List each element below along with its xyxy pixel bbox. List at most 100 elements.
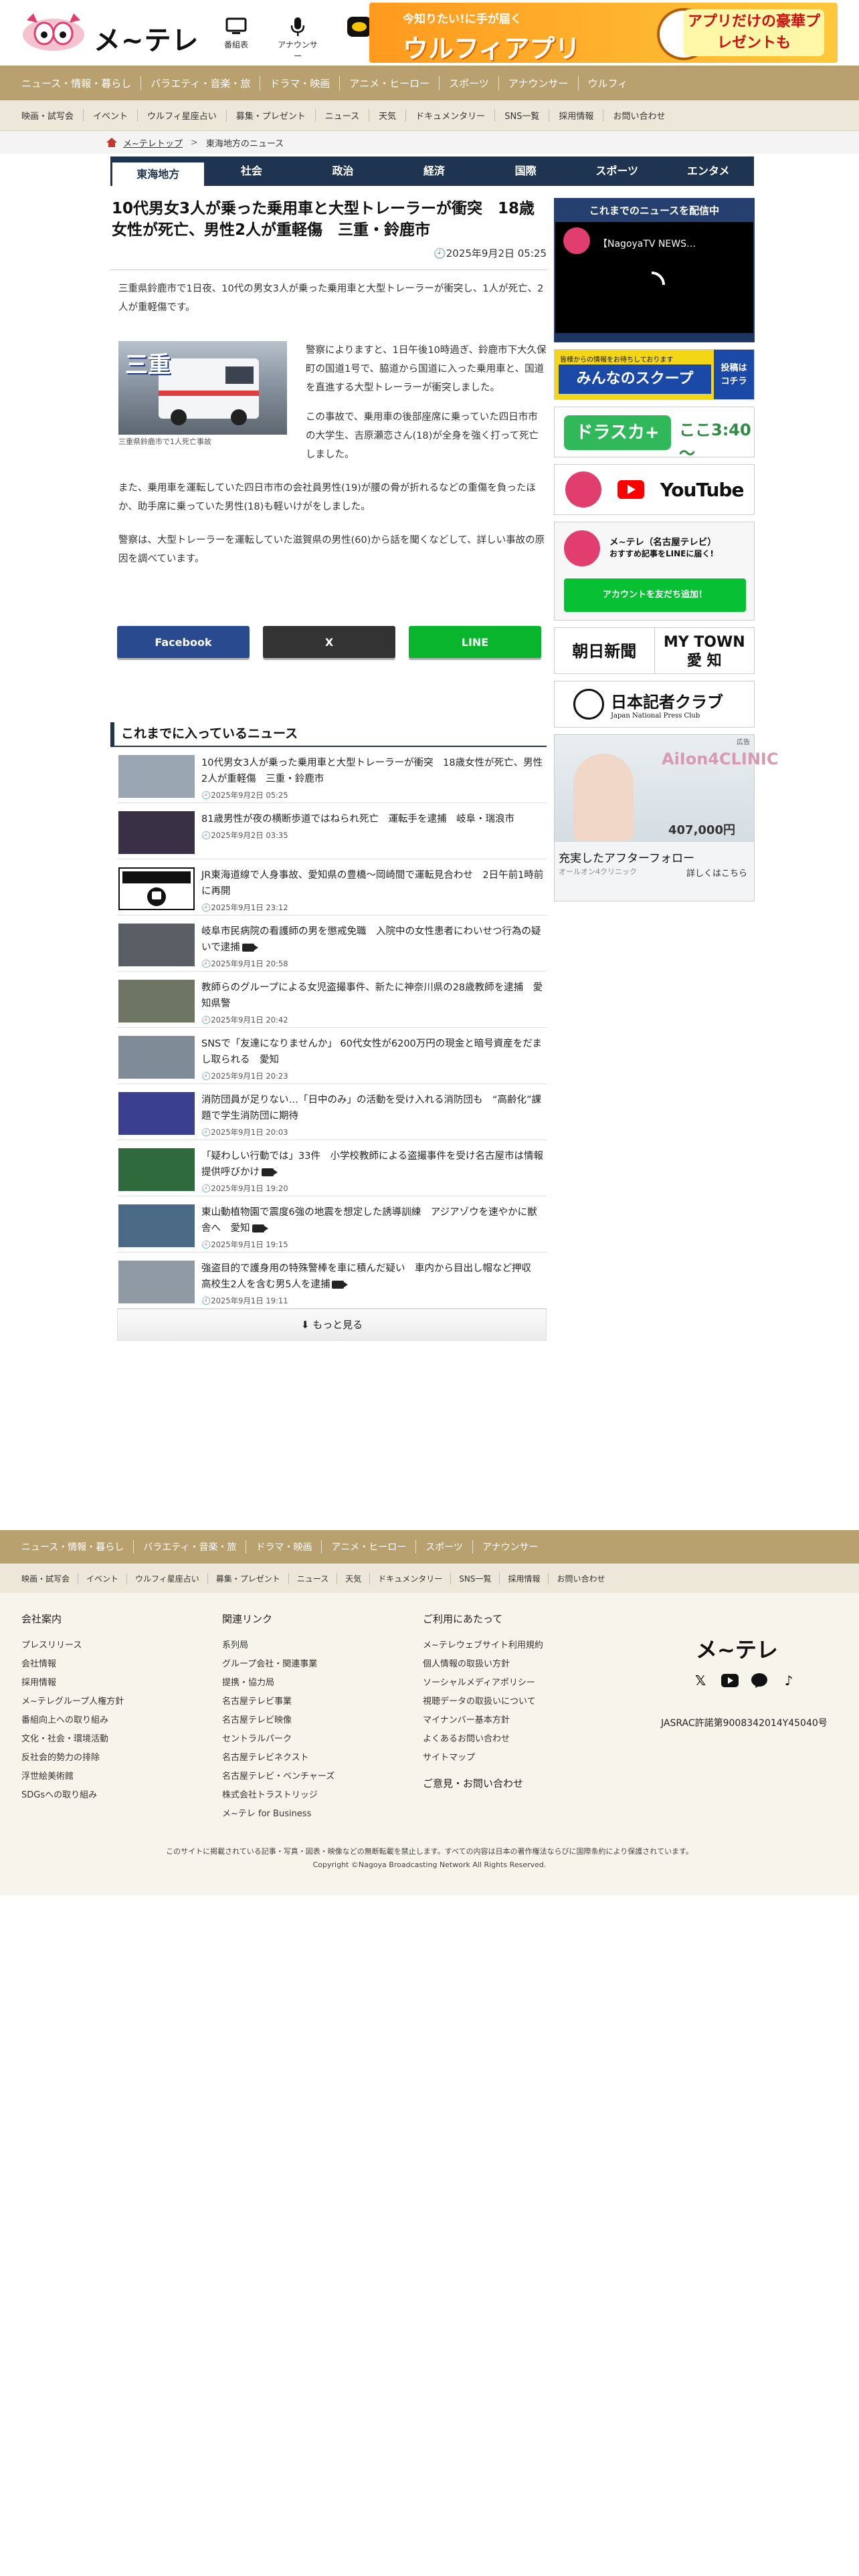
share-line-button[interactable]: LINE xyxy=(409,626,541,658)
footer-link[interactable]: 個人情報の取扱い方針 xyxy=(423,1655,543,1674)
footer-subnav-movie[interactable]: 映画・試写会 xyxy=(13,1572,79,1584)
footer-nav-anime[interactable]: アニメ・ヒーロー xyxy=(322,1540,417,1553)
tiktok-icon[interactable]: ♪ xyxy=(780,1672,797,1689)
footer-subnav-weather[interactable]: 天気 xyxy=(337,1572,371,1584)
nav-drama[interactable]: ドラマ・映画 xyxy=(260,76,341,90)
x-icon[interactable]: 𝕏 xyxy=(692,1672,709,1689)
footer-link[interactable]: 名古屋テレビ・ベンチャーズ xyxy=(222,1767,335,1786)
footer-link[interactable]: 名古屋テレビ映像 xyxy=(222,1711,335,1730)
video-player[interactable]: 【NagoyaTV NEWS… xyxy=(555,222,753,333)
news-list-item[interactable]: 「疑わしい行動では」33件 小学校教師による盗撮事件を受け名古屋市は情報提供呼び… xyxy=(117,1140,547,1196)
tv-guide-link[interactable]: 番組表 xyxy=(213,15,260,62)
subnav-contact[interactable]: お問い合わせ xyxy=(603,109,674,122)
news-list-item[interactable]: 強盗目的で護身用の特殊警棒を車に積んだ疑い 車内から目出し帽など押収 高校生2人… xyxy=(117,1253,547,1309)
mytown-link[interactable]: MY TOWN 愛 知 xyxy=(655,628,755,673)
subnav-movie[interactable]: 映画・試写会 xyxy=(13,109,84,122)
footer-link[interactable]: ソーシャルメディアポリシー xyxy=(423,1674,543,1693)
footer-link[interactable]: メ~テレグループ人権方針 xyxy=(21,1693,124,1711)
footer-contact-link[interactable]: ご意見・お問い合わせ xyxy=(423,1776,523,1790)
tab-entertainment[interactable]: エンタメ xyxy=(662,156,754,186)
more-news-button[interactable]: ⬇ もっと見る xyxy=(117,1309,547,1341)
news-list-item[interactable]: 岐阜市民病院の看護師の男を懲戒免職 入院中の女性患者にわいせつ行為の疑いで逮捕 🕘… xyxy=(117,916,547,972)
article-photo[interactable]: 三重 xyxy=(118,341,287,435)
footer-link[interactable]: メ~テレ for Business xyxy=(222,1805,335,1824)
footer-nav-variety[interactable]: バラエティ・音楽・旅 xyxy=(134,1540,247,1553)
wolfy-app-banner[interactable]: 今知りたい!に手が届く ウルフィアプリ アプリだけの豪華プレゼントも xyxy=(369,3,838,63)
footer-link[interactable]: 番組向上への取り組み xyxy=(21,1711,124,1730)
footer-subnav-sns[interactable]: SNS一覧 xyxy=(451,1572,500,1584)
tab-politics[interactable]: 政治 xyxy=(297,156,389,186)
line-icon[interactable] xyxy=(751,1672,768,1689)
announcer-link[interactable]: アナウンサー xyxy=(274,15,321,62)
share-x-button[interactable]: X xyxy=(263,626,395,658)
breadcrumb-home[interactable]: メ~テレトップ xyxy=(123,136,183,149)
nav-sports[interactable]: スポーツ xyxy=(440,76,499,90)
footer-subnav-contact[interactable]: お問い合わせ xyxy=(549,1573,613,1584)
subnav-present[interactable]: 募集・プレゼント xyxy=(227,109,316,122)
news-list-item[interactable]: 消防団員が足りない…「日中のみ」の活動を受け入れる消防団も “高齢化”課題で学生… xyxy=(117,1084,547,1140)
footer-link[interactable]: 提携・協力局 xyxy=(222,1674,335,1693)
subnav-recruit[interactable]: 採用情報 xyxy=(549,109,604,122)
footer-subnav-present[interactable]: 募集・プレゼント xyxy=(208,1572,289,1584)
youtube-icon[interactable] xyxy=(721,1672,739,1689)
footer-link[interactable]: 系列局 xyxy=(222,1636,335,1655)
footer-link[interactable]: よくあるお問い合わせ xyxy=(423,1730,543,1749)
news-list-item[interactable]: 教師らのグループによる女児盗撮事件、新たに神奈川県の28歳教師を逮捕 愛知県警 🕘… xyxy=(117,972,547,1028)
footer-link[interactable]: 文化・社会・環境活動 xyxy=(21,1730,124,1749)
news-list-item[interactable]: JR東海道線で人身事故、愛知県の豊橋～岡崎間で運転見合わせ 2日午前1時前に再開… xyxy=(117,859,547,916)
tab-society[interactable]: 社会 xyxy=(206,156,298,186)
footer-subnav-recruit[interactable]: 採用情報 xyxy=(500,1572,549,1584)
subnav-horoscope[interactable]: ウルフィ星座占い xyxy=(138,109,227,122)
footer-link[interactable]: セントラルパーク xyxy=(222,1730,335,1749)
subnav-weather[interactable]: 天気 xyxy=(369,109,407,122)
footer-link[interactable]: 視聴データの取扱いについて xyxy=(423,1693,543,1711)
footer-link[interactable]: SDGsへの取り組み xyxy=(21,1786,124,1805)
footer-subnav-horoscope[interactable]: ウルフィ星座占い xyxy=(127,1572,208,1584)
clinic-ad[interactable]: AiIon4CLINIC 407,000円 広告 充実したアフターフォロー オー… xyxy=(554,734,778,901)
line-add-friend-button[interactable]: アカウントを友だち追加！ xyxy=(564,578,746,612)
minna-no-scoop-banner[interactable]: 皆様からの情報をお待ちしております みんなのスクープ 投稿は コチラ xyxy=(554,349,755,400)
footer-link[interactable]: 名古屋テレビ事業 xyxy=(222,1693,335,1711)
footer-link[interactable]: 浮世絵美術館 xyxy=(21,1767,124,1786)
share-facebook-button[interactable]: Facebook xyxy=(117,626,250,658)
footer-nav-news-life[interactable]: ニュース・情報・暮らし xyxy=(13,1540,134,1553)
news-list-item[interactable]: SNSで「友達になりませんか」 60代女性が6200万円の現金と暗号資産をだまし… xyxy=(117,1028,547,1084)
tab-economy[interactable]: 経済 xyxy=(389,156,480,186)
footer-link[interactable]: サイトマップ xyxy=(423,1749,543,1767)
asahi-link[interactable]: 朝日新聞 xyxy=(555,628,655,673)
footer-logo[interactable]: メ~テレ xyxy=(696,1633,778,1664)
footer-nav-sports[interactable]: スポーツ xyxy=(416,1540,473,1553)
footer-nav-announcer[interactable]: アナウンサー xyxy=(473,1540,548,1553)
subnav-sns[interactable]: SNS一覧 xyxy=(495,109,550,122)
footer-link[interactable]: 採用情報 xyxy=(21,1674,124,1693)
dorasuka-banner[interactable]: ドラスカ+ ここ3:40～ xyxy=(554,407,755,463)
nav-anime[interactable]: アニメ・ヒーロー xyxy=(340,76,440,90)
site-logo[interactable]: メ~テレ xyxy=(94,19,199,58)
footer-link[interactable]: 反社会的勢力の排除 xyxy=(21,1749,124,1767)
wolfy-mascot-logo[interactable] xyxy=(20,12,87,52)
news-list-item[interactable]: 東山動植物園で震度6強の地震を想定した誘導訓練 アジアゾウを速やかに獣舎へ 愛知… xyxy=(117,1196,547,1253)
subnav-documentary[interactable]: ドキュメンタリー xyxy=(406,109,496,122)
nav-wolfy[interactable]: ウルフィ xyxy=(579,76,638,90)
footer-nav-drama[interactable]: ドラマ・映画 xyxy=(246,1540,322,1553)
footer-link[interactable]: 株式会社トラストリッジ xyxy=(222,1786,335,1805)
nav-news-life[interactable]: ニュース・情報・暮らし xyxy=(13,76,142,90)
footer-subnav-event[interactable]: イベント xyxy=(78,1572,128,1584)
footer-subnav-documentary[interactable]: ドキュメンタリー xyxy=(370,1572,452,1584)
nav-announcer[interactable]: アナウンサー xyxy=(499,76,579,90)
footer-link[interactable]: 会社情報 xyxy=(21,1655,124,1674)
footer-link[interactable]: メ~テレウェブサイト利用規約 xyxy=(423,1636,543,1655)
footer-link[interactable]: マイナンバー基本方針 xyxy=(423,1711,543,1730)
footer-subnav-news[interactable]: ニュース xyxy=(289,1572,338,1584)
tab-tokai[interactable]: 東海地方 xyxy=(110,160,206,186)
press-club-banner[interactable]: 日本記者クラブ Japan National Press Club xyxy=(554,681,755,728)
footer-link[interactable]: 名古屋テレビネクスト xyxy=(222,1749,335,1767)
news-list-item[interactable]: 81歳男性が夜の横断歩道ではねられ死亡 運転手を逮捕 岐阜・瑞浪市 🕘2025年9… xyxy=(117,803,547,859)
subnav-event[interactable]: イベント xyxy=(84,109,138,122)
nav-variety[interactable]: バラエティ・音楽・旅 xyxy=(141,76,261,90)
footer-link[interactable]: プレスリリース xyxy=(21,1636,124,1655)
tab-international[interactable]: 国際 xyxy=(480,156,571,186)
tab-sports[interactable]: スポーツ xyxy=(571,156,663,186)
subnav-news[interactable]: ニュース xyxy=(316,109,370,122)
news-list-item[interactable]: 10代男女3人が乗った乗用車と大型トレーラーが衝突 18歳女性が死亡、男性2人が… xyxy=(117,747,547,803)
